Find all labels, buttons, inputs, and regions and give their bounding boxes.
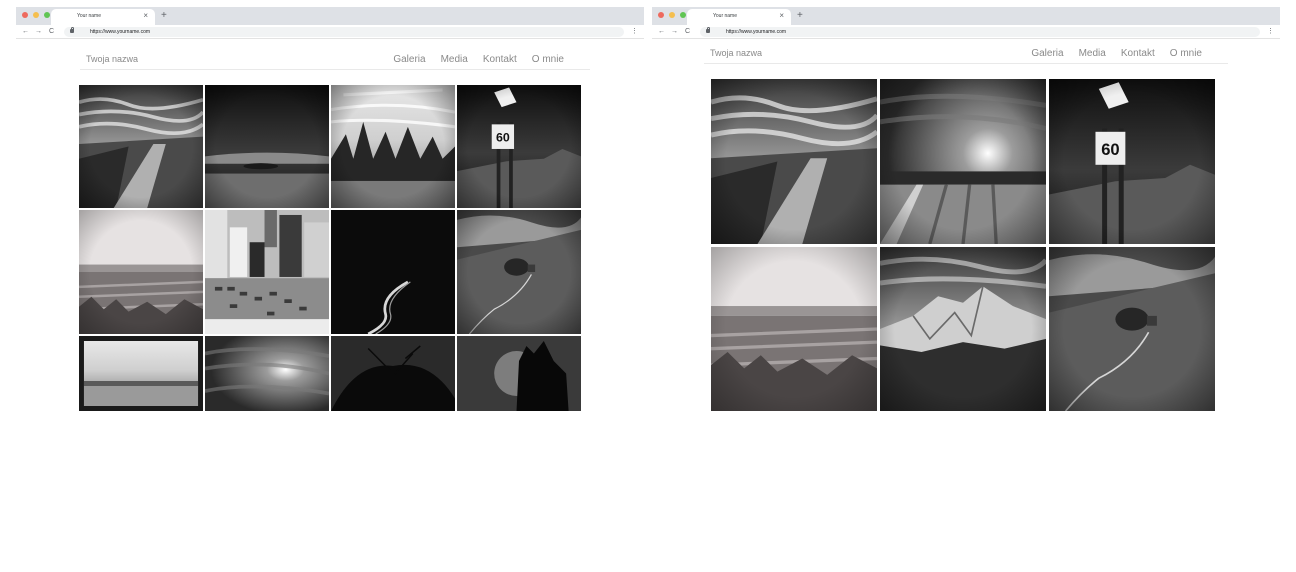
nav-kontakt[interactable]: Kontakt (1121, 48, 1155, 59)
address-bar[interactable]: https://www.yourname.com (700, 27, 1260, 37)
gallery-photo-sky-sun[interactable] (880, 79, 1046, 244)
lock-icon (706, 27, 710, 33)
nav-media[interactable]: Media (1079, 48, 1106, 59)
gallery-photo-speed-sign[interactable]: 60 (457, 85, 581, 208)
gallery-photo-road-path[interactable] (79, 85, 203, 208)
gallery-photo-speed-sign[interactable]: 60 (1049, 79, 1215, 244)
nav-o-mnie[interactable]: O mnie (1170, 48, 1202, 59)
window-controls (22, 12, 50, 18)
close-tab-icon[interactable]: × (779, 11, 784, 21)
forward-arrow-icon[interactable]: → (35, 27, 42, 36)
gallery-photo-sky-sun[interactable] (205, 336, 329, 411)
browser-tab[interactable]: Your name × (687, 9, 791, 25)
lock-icon (70, 27, 74, 33)
nav-media[interactable]: Media (441, 54, 468, 65)
nav-kontakt[interactable]: Kontakt (483, 54, 517, 65)
browser-window-right: Your name × + ← → C https://www.yourname… (652, 7, 1280, 411)
site-header: Twoja nazwa Galeria Media Kontakt O mnie (80, 54, 590, 70)
tab-bar: Your name × + (652, 7, 1280, 25)
browser-menu-icon[interactable]: ⋮ (1267, 27, 1274, 36)
browser-menu-icon[interactable]: ⋮ (631, 27, 638, 36)
nav-galeria[interactable]: Galeria (1031, 48, 1063, 59)
gallery-photo-hill-tree[interactable] (457, 210, 581, 334)
close-tab-icon[interactable]: × (143, 11, 148, 21)
address-bar[interactable]: https://www.yourname.com (64, 27, 624, 37)
reload-icon[interactable]: C (685, 27, 690, 36)
url-text: https://www.yourname.com (726, 29, 787, 35)
new-tab-button[interactable]: + (161, 10, 167, 22)
url-text: https://www.yourname.com (90, 29, 151, 35)
main-nav: Galeria Media Kontakt O mnie (1031, 48, 1202, 59)
browser-toolbar: ← → C https://www.yourname.com ⋮ (652, 25, 1280, 39)
maximize-window-button[interactable] (44, 12, 50, 18)
site-brand[interactable]: Twoja nazwa (710, 48, 762, 58)
minimize-window-button[interactable] (33, 12, 39, 18)
close-window-button[interactable] (658, 12, 664, 18)
tab-bar: Your name × + (16, 7, 644, 25)
gallery-photo-pine-forest[interactable] (331, 85, 455, 208)
site-header: Twoja nazwa Galeria Media Kontakt O mnie (704, 48, 1228, 64)
window-controls (658, 12, 686, 18)
minimize-window-button[interactable] (669, 12, 675, 18)
gallery-photo-road-path[interactable] (711, 79, 877, 244)
new-tab-button[interactable]: + (797, 10, 803, 22)
gallery-photo-field[interactable] (711, 247, 877, 411)
gallery-photo-city-parking[interactable] (205, 210, 329, 334)
nav-o-mnie[interactable]: O mnie (532, 54, 564, 65)
gallery-photo-dark-sea[interactable] (205, 85, 329, 208)
reload-icon[interactable]: C (49, 27, 54, 36)
gallery-photo-tree-silhouette[interactable] (331, 336, 455, 411)
back-arrow-icon[interactable]: ← (22, 27, 29, 36)
back-arrow-icon[interactable]: ← (658, 27, 665, 36)
site-brand[interactable]: Twoja nazwa (86, 54, 138, 64)
tab-title: Your name (77, 13, 101, 19)
gallery-photo-mountain[interactable] (880, 247, 1046, 411)
gallery-photo-coast[interactable] (79, 336, 203, 411)
gallery-photo-night-road[interactable] (331, 210, 455, 334)
tab-title: Your name (713, 13, 737, 19)
gallery-photo-field[interactable] (79, 210, 203, 334)
close-window-button[interactable] (22, 12, 28, 18)
gallery-photo-hill-tree[interactable] (1049, 247, 1215, 411)
main-nav: Galeria Media Kontakt O mnie (393, 54, 564, 65)
maximize-window-button[interactable] (680, 12, 686, 18)
forward-arrow-icon[interactable]: → (671, 27, 678, 36)
browser-window-left: Your name × + ← → C https://www.yourname… (16, 7, 644, 411)
nav-galeria[interactable]: Galeria (393, 54, 425, 65)
browser-tab[interactable]: Your name × (51, 9, 155, 25)
gallery-photo-dark-cliff[interactable] (457, 336, 581, 411)
browser-toolbar: ← → C https://www.yourname.com ⋮ (16, 25, 644, 39)
